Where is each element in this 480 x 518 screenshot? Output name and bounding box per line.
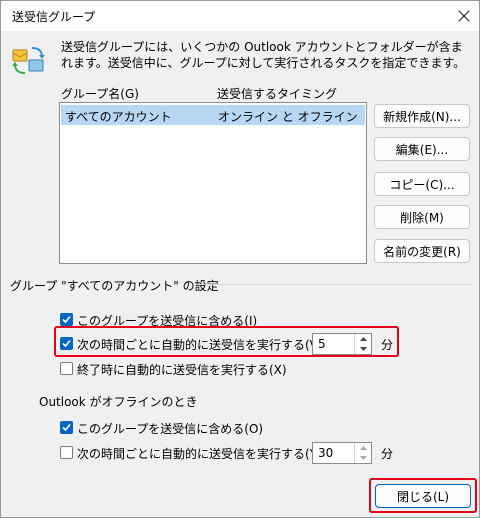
new-button[interactable]: 新規作成(N)... bbox=[374, 104, 470, 128]
list-item[interactable]: すべてのアカウント オンライン と オフライン bbox=[61, 105, 365, 125]
schedule-highlight-box bbox=[54, 326, 399, 357]
column-header-timing: 送受信するタイミング bbox=[217, 87, 338, 101]
spin-up-button[interactable] bbox=[355, 443, 371, 453]
on-exit-label: 終了時に自動的に送受信を実行する(X) bbox=[77, 363, 287, 377]
rename-button[interactable]: 名前の変更(R) bbox=[374, 239, 470, 263]
close-window-button[interactable] bbox=[453, 5, 475, 27]
checkmark-icon bbox=[62, 315, 71, 324]
group-list[interactable]: すべてのアカウント オンライン と オフライン bbox=[59, 102, 367, 264]
checkmark-icon bbox=[62, 423, 71, 432]
on-exit-checkbox[interactable] bbox=[60, 362, 73, 375]
caret-down-icon bbox=[359, 456, 367, 460]
caret-up-icon bbox=[359, 446, 367, 450]
copy-button[interactable]: コピー(C)... bbox=[374, 172, 470, 196]
offline-schedule-label: 次の時間ごとに自動的に送受信を実行する(Y) bbox=[77, 447, 322, 461]
offline-minutes-spinner[interactable]: 30 bbox=[312, 442, 372, 464]
list-item-timing: オンライン と オフライン bbox=[218, 110, 358, 124]
group-settings-divider bbox=[197, 284, 471, 285]
close-highlight-box bbox=[369, 478, 477, 513]
send-receive-icon bbox=[12, 47, 45, 74]
window-title: 送受信グループ bbox=[12, 10, 96, 24]
offline-minutes-value: 30 bbox=[318, 446, 334, 460]
close-icon bbox=[458, 10, 470, 22]
delete-button[interactable]: 削除(M) bbox=[374, 205, 470, 229]
group-settings-label: グループ "すべてのアカウント" の設定 bbox=[10, 279, 219, 293]
offline-include-label: このグループを送受信に含める(O) bbox=[77, 422, 264, 436]
spin-down-button[interactable] bbox=[355, 453, 371, 463]
offline-section-label: Outlook がオフラインのとき bbox=[39, 395, 198, 409]
list-item-name: すべてのアカウント bbox=[65, 110, 172, 124]
offline-schedule-unit: 分 bbox=[381, 447, 394, 461]
send-receive-groups-dialog: 送受信グループ 送受信グループには、いくつかの Outlook アカウントとフォ… bbox=[0, 0, 480, 518]
offline-include-checkbox[interactable] bbox=[60, 421, 73, 434]
column-header-group-name: グループ名(G) bbox=[61, 87, 139, 101]
description-text: 送受信グループには、いくつかの Outlook アカウントとフォルダーが含まれま… bbox=[61, 40, 466, 70]
edit-button[interactable]: 編集(E)... bbox=[374, 137, 470, 161]
offline-schedule-checkbox[interactable] bbox=[60, 446, 73, 459]
title-bar: 送受信グループ bbox=[1, 1, 479, 31]
include-group-checkbox[interactable] bbox=[60, 313, 73, 326]
